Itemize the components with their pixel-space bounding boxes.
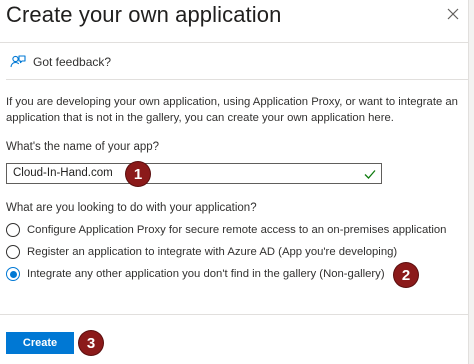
app-name-label: What's the name of your app?	[6, 141, 160, 153]
feedback-label: Got feedback?	[33, 55, 112, 69]
scrollbar[interactable]	[468, 0, 474, 364]
create-app-panel: Create your own application Got feedback…	[0, 0, 468, 364]
option-app-proxy[interactable]: Configure Application Proxy for secure r…	[6, 223, 446, 237]
feedback-link[interactable]: Got feedback?	[10, 54, 111, 70]
feedback-divider	[6, 79, 468, 80]
app-name-value: Cloud-In-Hand.com	[13, 167, 113, 179]
option-register-app[interactable]: Register an application to integrate wit…	[6, 245, 397, 259]
option-non-gallery[interactable]: Integrate any other application you don'…	[6, 267, 385, 281]
option-label: Configure Application Proxy for secure r…	[27, 224, 447, 236]
close-icon[interactable]	[445, 6, 461, 22]
option-label: Register an application to integrate wit…	[27, 246, 398, 258]
callout-badge-1: 1	[126, 162, 150, 186]
footer-divider	[0, 314, 468, 315]
radio-button-selected[interactable]	[6, 267, 20, 281]
callout-badge-2: 2	[394, 263, 418, 287]
app-name-input[interactable]: Cloud-In-Hand.com	[6, 163, 382, 184]
dialog-title: Create your own application	[6, 2, 282, 27]
purpose-label: What are you looking to do with your app…	[6, 202, 257, 214]
option-label: Integrate any other application you don'…	[27, 268, 385, 280]
radio-button[interactable]	[6, 223, 20, 237]
feedback-icon	[10, 55, 26, 68]
radio-button[interactable]	[6, 245, 20, 259]
intro-text: If you are developing your own applicati…	[6, 96, 458, 124]
checkmark-icon	[364, 170, 376, 179]
create-button[interactable]: Create	[6, 332, 74, 354]
callout-badge-3: 3	[79, 331, 103, 355]
header-divider	[0, 42, 468, 43]
